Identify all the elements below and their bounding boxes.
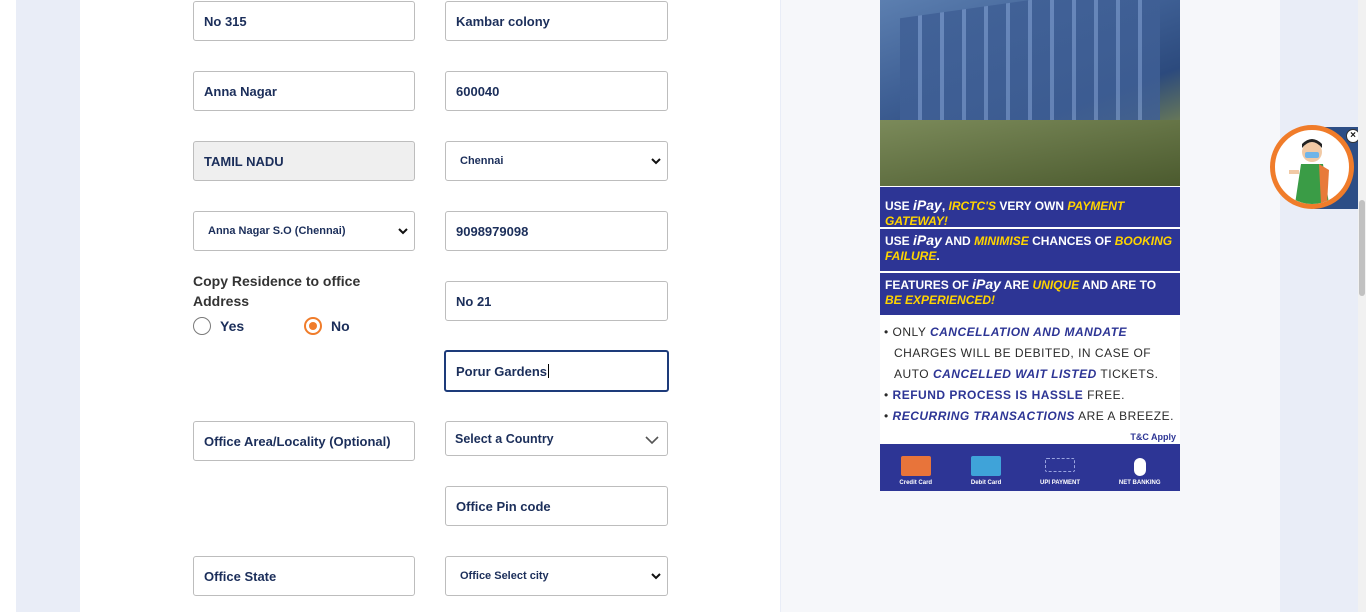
- office-door-input[interactable]: No 21: [445, 281, 668, 321]
- radio-circle-selected[interactable]: [304, 317, 322, 335]
- ad-feature-list: • ONLY CANCELLATION AND MANDATE CHARGES …: [884, 322, 1176, 427]
- payment-net-banking: NET BANKING: [1119, 458, 1161, 486]
- office-country-select[interactable]: Select a Country: [445, 421, 668, 456]
- office-state-input[interactable]: Office State: [193, 556, 415, 596]
- text-caret: [548, 364, 550, 378]
- residence-door-input[interactable]: No 315: [193, 1, 415, 41]
- residence-area-input[interactable]: Anna Nagar: [193, 71, 415, 111]
- payment-methods-bar: Credit Card Debit Card UPI PAYMENT NET B…: [880, 444, 1180, 491]
- ad-bullet-3: • RECURRING TRANSACTIONS ARE A BREEZE.: [884, 409, 1174, 423]
- residence-post-office-select[interactable]: Anna Nagar S.O (Chennai): [193, 211, 415, 251]
- page-margin: [0, 0, 16, 612]
- office-pincode-input[interactable]: Office Pin code: [445, 486, 668, 526]
- radio-no-label: No: [331, 318, 350, 334]
- chevron-down-icon: [651, 156, 661, 166]
- office-area-input[interactable]: Office Area/Locality (Optional): [193, 421, 415, 461]
- assistant-avatar[interactable]: [1270, 125, 1354, 209]
- office-street-input[interactable]: Porur Gardens: [444, 350, 669, 392]
- debit-card-icon: [971, 456, 1002, 476]
- chevron-down-icon: [645, 434, 659, 444]
- registration-form-card: [80, 0, 780, 612]
- train-photo: [880, 0, 1180, 186]
- payment-upi: UPI PAYMENT: [1040, 458, 1080, 486]
- credit-card-icon: [900, 456, 931, 476]
- payment-debit-card: Debit Card: [971, 456, 1001, 486]
- residence-phone-input[interactable]: 9098979098: [445, 211, 668, 251]
- scrollbar-thumb[interactable]: [1359, 200, 1365, 296]
- copy-residence-label: Copy Residence to office Address: [193, 273, 361, 309]
- ad-band-minimise: USE iPay AND MINIMISE CHANCES OF BOOKING…: [880, 229, 1180, 271]
- copy-residence-yes-radio[interactable]: Yes: [193, 317, 244, 335]
- terms-apply-text: T&C Apply: [1130, 432, 1176, 442]
- upi-icon: [1045, 458, 1076, 472]
- residence-state-input: TAMIL NADU: [193, 141, 415, 181]
- ad-band-gateway: USE iPay, IRCTC'S VERY OWN PAYMENT GATEW…: [880, 187, 1180, 228]
- office-city-select[interactable]: Office Select city: [445, 556, 668, 596]
- chevron-down-icon: [398, 226, 408, 236]
- chevron-down-icon: [651, 571, 661, 581]
- ipay-ad-banner[interactable]: USE iPay, IRCTC'S VERY OWN PAYMENT GATEW…: [880, 0, 1180, 491]
- radio-yes-label: Yes: [220, 318, 245, 334]
- radio-circle[interactable]: [193, 317, 211, 335]
- ad-bullet-1-line-2: CHARGES WILL BE DEBITED, IN CASE OF: [894, 346, 1152, 360]
- ad-bullet-1-line-3: AUTO CANCELLED WAIT LISTED TICKETS.: [894, 367, 1159, 381]
- residence-street-input[interactable]: Kambar colony: [445, 1, 668, 41]
- payment-credit-card: Credit Card: [899, 456, 932, 486]
- page-scrollbar[interactable]: [1358, 0, 1366, 612]
- residence-pincode-input[interactable]: 600040: [445, 71, 668, 111]
- residence-city-select[interactable]: Chennai: [445, 141, 668, 181]
- rail-track: [880, 120, 1180, 186]
- virtual-assistant-widget[interactable]: ×: [1270, 125, 1360, 215]
- ad-band-features: FEATURES OF iPay ARE UNIQUE AND ARE TO B…: [880, 273, 1180, 315]
- ad-bullet-1: • ONLY CANCELLATION AND MANDATE: [884, 325, 1128, 339]
- ad-bullet-2: • REFUND PROCESS IS HASSLE FREE.: [884, 388, 1125, 402]
- mouse-icon: [1133, 458, 1146, 476]
- copy-residence-no-radio[interactable]: No: [304, 317, 350, 335]
